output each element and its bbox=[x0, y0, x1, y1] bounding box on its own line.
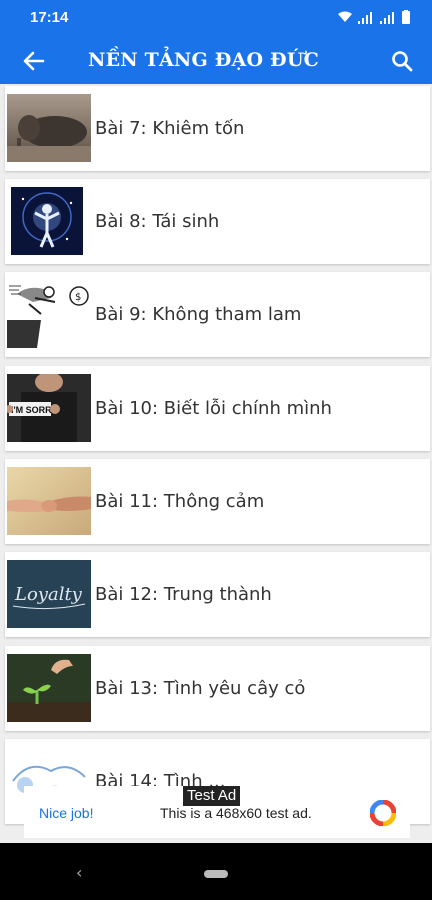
svg-text:$: $ bbox=[75, 292, 81, 303]
back-arrow-icon bbox=[23, 51, 45, 71]
list-item[interactable]: $ Bài 9: Không tham lam bbox=[5, 272, 430, 357]
status-time: 17:14 bbox=[30, 9, 69, 26]
elephant-thumbnail bbox=[7, 94, 91, 162]
signal-icon bbox=[358, 11, 372, 24]
admob-logo-icon bbox=[370, 800, 396, 826]
handshake-thumbnail bbox=[7, 467, 91, 535]
battery-icon bbox=[402, 10, 410, 24]
lesson-title: Bài 9: Không tham lam bbox=[95, 304, 302, 325]
list-item[interactable]: Bài 7: Khiêm tốn bbox=[5, 86, 430, 171]
lesson-title: Bài 11: Thông cảm bbox=[95, 491, 265, 512]
sorry-sign-thumbnail: I'M SORRY bbox=[7, 374, 91, 442]
list-item[interactable]: I'M SORRY Bài 10: Biết lỗi chính mình bbox=[5, 366, 430, 451]
lesson-title: Bài 10: Biết lỗi chính mình bbox=[95, 398, 332, 419]
back-button[interactable] bbox=[18, 46, 50, 76]
nav-home-pill[interactable] bbox=[204, 870, 228, 878]
ad-description: This is a 468x60 test ad. bbox=[160, 805, 312, 821]
list-item[interactable]: Loyalty Bài 12: Trung thành bbox=[5, 552, 430, 637]
status-icons bbox=[338, 10, 410, 24]
glowing-figure-thumbnail bbox=[11, 187, 83, 255]
wifi-icon bbox=[338, 11, 352, 22]
lesson-title: Bài 12: Trung thành bbox=[95, 584, 272, 605]
system-nav-bar: ‹ bbox=[0, 843, 432, 900]
status-bar: 17:14 bbox=[0, 0, 432, 38]
search-icon bbox=[392, 51, 413, 72]
search-button[interactable] bbox=[386, 46, 418, 76]
lesson-title: Bài 8: Tái sinh bbox=[95, 211, 220, 232]
list-item[interactable]: Bài 13: Tình yêu cây cỏ bbox=[5, 646, 430, 731]
test-ad-badge: Test Ad bbox=[183, 786, 241, 806]
signal-icon bbox=[380, 11, 394, 24]
nav-back-icon[interactable]: ‹ bbox=[76, 863, 82, 882]
page-title: NỀN TẢNG ĐẠO ĐỨC bbox=[88, 49, 319, 71]
list-item[interactable]: Bài 11: Thông cảm bbox=[5, 459, 430, 544]
svg-text:Loyalty: Loyalty bbox=[14, 584, 83, 605]
app-bar: NỀN TẢNG ĐẠO ĐỨC bbox=[0, 38, 432, 84]
seedling-thumbnail bbox=[7, 654, 91, 722]
lesson-title: Bài 7: Khiêm tốn bbox=[95, 118, 245, 139]
loyalty-chalkboard-thumbnail: Loyalty bbox=[7, 560, 91, 628]
list-item[interactable]: Bài 8: Tái sinh bbox=[5, 179, 430, 264]
cartoon-money-thumbnail: $ bbox=[7, 280, 91, 348]
lesson-title: Bài 13: Tình yêu cây cỏ bbox=[95, 678, 306, 699]
ad-headline[interactable]: Nice job! bbox=[39, 805, 93, 821]
